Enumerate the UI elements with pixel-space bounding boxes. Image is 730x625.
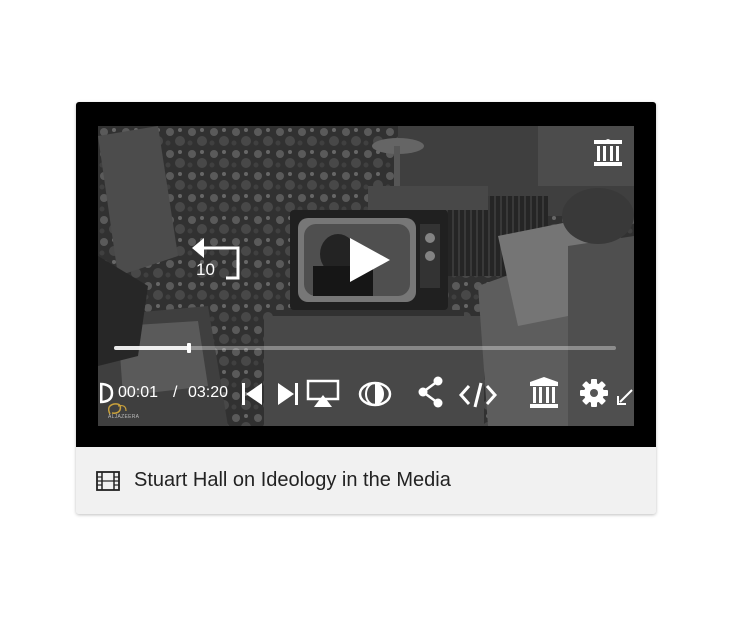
media-caption: Stuart Hall on Ideology in the Media [76, 447, 656, 514]
fullscreen-icon [617, 389, 633, 405]
archive-icon[interactable] [592, 138, 624, 168]
airplay-button[interactable] [306, 379, 340, 413]
skip-previous-icon [242, 383, 262, 405]
skip-next-button[interactable] [276, 381, 300, 411]
airplay-icon [306, 379, 340, 407]
rewind-seconds: 10 [196, 260, 215, 279]
rewind-10-button[interactable]: 10 [188, 232, 248, 284]
play-icon [350, 238, 390, 282]
aljazeera-logo: ALJAZEERA [104, 401, 140, 421]
progress-bar[interactable] [114, 343, 616, 353]
time-separator: / [173, 384, 178, 401]
media-card: 10 00:01 / 03:20 ALJAZEERA Stuart Hall o… [76, 102, 656, 514]
share-icon [418, 376, 443, 408]
duration: 03:20 [188, 384, 229, 401]
current-time: 00:01 [118, 384, 159, 401]
play-button[interactable] [344, 234, 394, 286]
film-icon [96, 471, 120, 491]
contrast-button[interactable] [358, 380, 392, 412]
player-overlay: 10 00:01 / 03:20 ALJAZEERA [98, 126, 634, 426]
control-bar: 00:01 / 03:20 [98, 376, 634, 412]
embed-icon [458, 382, 498, 408]
watermark-text: ALJAZEERA [108, 414, 140, 420]
progress-handle[interactable] [187, 343, 192, 353]
progress-fill [114, 346, 190, 350]
contrast-icon [358, 381, 392, 407]
media-title: Stuart Hall on Ideology in the Media [134, 469, 451, 491]
video-frame[interactable]: 10 00:01 / 03:20 ALJAZEERA [98, 126, 634, 426]
share-button[interactable] [416, 376, 446, 412]
fullscreen-button[interactable] [616, 388, 634, 410]
skip-next-icon [278, 383, 298, 405]
gear-icon [580, 379, 608, 407]
settings-button[interactable] [579, 378, 609, 412]
skip-previous-button[interactable] [240, 381, 264, 411]
archive-icon [530, 377, 558, 408]
archive-button[interactable] [528, 376, 560, 414]
embed-button[interactable] [458, 380, 498, 414]
video-player[interactable]: 10 00:01 / 03:20 ALJAZEERA [76, 102, 656, 447]
